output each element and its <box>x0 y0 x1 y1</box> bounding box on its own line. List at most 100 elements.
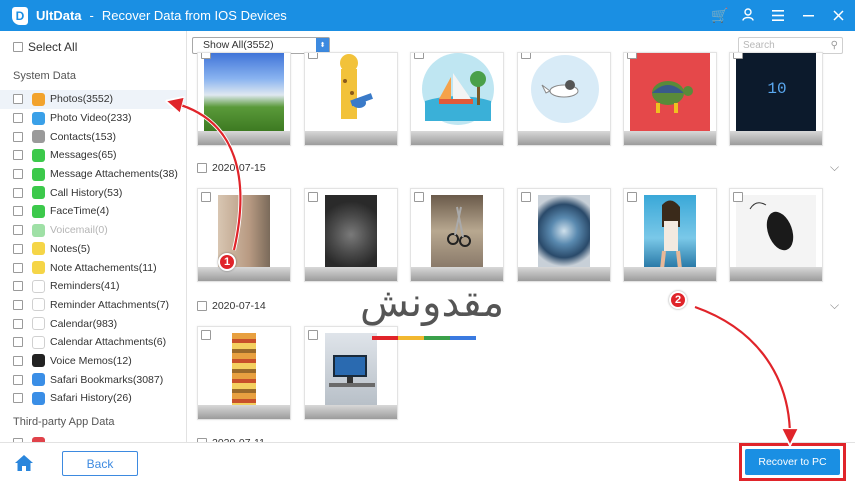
checkbox[interactable] <box>627 53 637 59</box>
sidebar-item-label: Voice Memos(12) <box>50 354 132 367</box>
checkbox[interactable] <box>308 192 318 202</box>
photo-thumbnail[interactable] <box>410 52 504 146</box>
thumbnail-shade <box>305 405 397 419</box>
sidebar-item-reminder-attachments[interactable]: Reminder Attachments(7) <box>0 296 186 315</box>
photo-image <box>524 53 604 131</box>
checkbox[interactable] <box>13 206 23 217</box>
show-filter-value: Show All(3552) <box>203 39 274 51</box>
checkbox[interactable] <box>13 299 23 310</box>
checkbox[interactable] <box>13 281 23 292</box>
photo-thumbnail[interactable] <box>410 188 504 282</box>
checkbox[interactable] <box>13 187 23 198</box>
sidebar-item-notes[interactable]: Notes(5) <box>0 240 186 259</box>
checkbox[interactable] <box>13 131 23 142</box>
voicemail-icon <box>32 223 45 237</box>
checkbox[interactable] <box>308 330 318 340</box>
sidebar-item-calendar[interactable]: Calendar(983) <box>0 314 186 333</box>
checkbox[interactable] <box>13 393 23 404</box>
checkbox[interactable] <box>13 42 23 52</box>
date-group-header[interactable]: 2020-07-14 <box>197 300 266 312</box>
checkbox[interactable] <box>733 53 743 59</box>
checkbox[interactable] <box>13 169 23 180</box>
sidebar-item-note-attachments[interactable]: Note Attachements(11) <box>0 258 186 277</box>
sidebar-item-contacts[interactable]: Contacts(153) <box>0 127 186 146</box>
recover-to-pc-button[interactable]: Recover to PC <box>745 449 840 475</box>
checkbox[interactable] <box>521 53 531 59</box>
photo-thumbnail[interactable] <box>197 52 291 146</box>
checkbox[interactable] <box>13 94 23 105</box>
photo-thumbnail[interactable] <box>197 326 291 420</box>
close-icon[interactable] <box>831 8 845 24</box>
checkbox[interactable] <box>13 355 23 366</box>
photo-image <box>232 333 256 405</box>
checkbox[interactable] <box>201 192 211 202</box>
checkbox[interactable] <box>13 150 23 161</box>
checkbox[interactable] <box>13 337 23 348</box>
step-badge-1: 1 <box>218 253 236 271</box>
sidebar-item-partial[interactable] <box>0 434 186 442</box>
voice-memos-icon <box>32 354 45 368</box>
main-content: Show All(3552) ⬍ Search ⚲ 10 2020-07-15 … <box>188 31 855 442</box>
checkbox[interactable] <box>13 318 23 329</box>
photo-thumbnail[interactable] <box>304 326 398 420</box>
menu-icon[interactable] <box>771 8 785 24</box>
checkbox[interactable] <box>201 53 211 59</box>
sidebar-item-safari-bookmarks[interactable]: Safari Bookmarks(3087) <box>0 370 186 389</box>
third-party-title: Third-party App Data <box>13 416 115 428</box>
chevron-down-icon[interactable]: ⌵ <box>830 298 839 313</box>
sidebar: Select All System Data Photos(3552) Photo… <box>0 31 187 442</box>
calendar-icon <box>32 317 45 331</box>
photo-thumbnail[interactable] <box>729 188 823 282</box>
sidebar-item-reminders[interactable]: Reminders(41) <box>0 277 186 296</box>
photo-thumbnail[interactable] <box>623 52 717 146</box>
group-date: 2020-07-15 <box>212 162 266 174</box>
photo-video-icon <box>32 111 45 125</box>
sidebar-item-call-history[interactable]: Call History(53) <box>0 183 186 202</box>
home-icon[interactable] <box>15 455 33 471</box>
checkbox[interactable] <box>308 53 318 59</box>
sidebar-item-voice-memos[interactable]: Voice Memos(12) <box>0 352 186 371</box>
watermark: مقدونش <box>360 280 505 326</box>
app-name: UltData <box>36 8 82 23</box>
user-icon[interactable] <box>741 7 755 24</box>
checkbox[interactable] <box>197 163 207 173</box>
checkbox[interactable] <box>197 301 207 311</box>
checkbox[interactable] <box>414 53 424 59</box>
minimize-icon[interactable] <box>801 8 815 24</box>
sidebar-item-facetime[interactable]: FaceTime(4) <box>0 202 186 221</box>
safari-history-icon <box>32 391 45 405</box>
checkbox[interactable] <box>13 113 23 124</box>
thumbnail-shade <box>198 131 290 145</box>
sidebar-item-safari-history[interactable]: Safari History(26) <box>0 389 186 408</box>
checkbox[interactable] <box>13 225 23 236</box>
sidebar-item-calendar-attachments[interactable]: Calendar Attachments(6) <box>0 333 186 352</box>
checkbox[interactable] <box>13 374 23 385</box>
thumbnail-shade <box>730 267 822 281</box>
photo-thumbnail[interactable] <box>517 188 611 282</box>
select-all-checkbox[interactable]: Select All <box>13 40 77 54</box>
chevron-down-icon[interactable]: ⌵ <box>830 160 839 175</box>
sidebar-item-photos[interactable]: Photos(3552) <box>0 90 186 109</box>
checkbox[interactable] <box>627 192 637 202</box>
photo-thumbnail[interactable]: 10 <box>729 52 823 146</box>
photo-image: 10 <box>736 53 816 131</box>
photo-thumbnail[interactable] <box>197 188 291 282</box>
photo-thumbnail[interactable] <box>304 52 398 146</box>
checkbox[interactable] <box>201 330 211 340</box>
sidebar-item-photo-video[interactable]: Photo Video(233) <box>0 109 186 128</box>
cart-icon[interactable]: 🛒 <box>711 7 728 24</box>
back-button[interactable]: Back <box>62 451 138 476</box>
checkbox[interactable] <box>521 192 531 202</box>
sidebar-item-message-attachments[interactable]: Message Attachements(38) <box>0 165 186 184</box>
sidebar-item-label: Messages(65) <box>50 149 117 162</box>
date-group-header[interactable]: 2020-07-15 <box>197 162 266 174</box>
checkbox[interactable] <box>13 243 23 254</box>
checkbox[interactable] <box>13 262 23 273</box>
sidebar-item-voicemail[interactable]: Voicemail(0) <box>0 221 186 240</box>
checkbox[interactable] <box>414 192 424 202</box>
sidebar-item-messages[interactable]: Messages(65) <box>0 146 186 165</box>
checkbox[interactable] <box>733 192 743 202</box>
photo-thumbnail[interactable] <box>623 188 717 282</box>
photo-thumbnail[interactable] <box>517 52 611 146</box>
photo-thumbnail[interactable] <box>304 188 398 282</box>
